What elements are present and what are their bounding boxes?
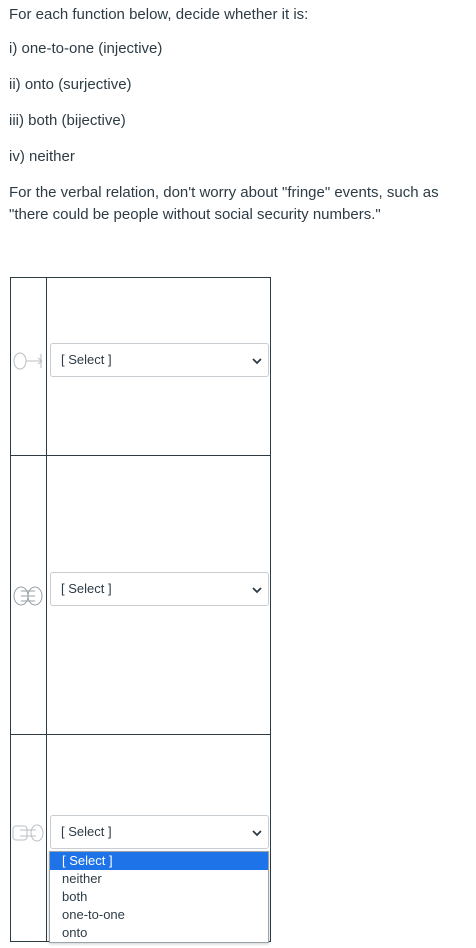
- option-bijective: iii) both (bijective): [9, 112, 126, 129]
- answer-select-1[interactable]: [ Select ]: [50, 343, 269, 377]
- function-arrow-diagram-icon: [13, 352, 43, 370]
- dropdown-option-select[interactable]: [ Select ]: [50, 852, 268, 870]
- answer-select-value: [ Select ]: [61, 824, 112, 839]
- answer-select-3[interactable]: [ Select ]: [50, 815, 269, 849]
- question-row-1: [ Select ]: [11, 278, 270, 454]
- answer-select-value: [ Select ]: [61, 581, 112, 596]
- question-row-2: [ Select ]: [11, 455, 270, 735]
- set-mapping-diagram-icon: [12, 824, 44, 842]
- option-surjective: ii) onto (surjective): [9, 76, 132, 93]
- chevron-down-icon: [252, 830, 262, 837]
- instruction-heading: For each function below, decide whether …: [9, 6, 309, 23]
- question-table: [ Select ] [ Select ] [Select]: [10, 277, 271, 942]
- answer-dropdown-list[interactable]: [ Select ] neither both one-to-one onto: [49, 851, 269, 943]
- two-ovals-mapping-diagram-icon: [13, 586, 43, 606]
- option-injective: i) one-to-one (injective): [9, 40, 163, 57]
- answer-select-value: [ Select ]: [61, 352, 112, 367]
- instruction-note: For the verbal relation, don't worry abo…: [9, 184, 439, 223]
- chevron-down-icon: [252, 587, 262, 594]
- answer-select-2[interactable]: [ Select ]: [50, 572, 269, 606]
- dropdown-option-both[interactable]: both: [50, 888, 268, 906]
- option-neither: iv) neither: [9, 148, 75, 165]
- dropdown-option-neither[interactable]: neither: [50, 870, 268, 888]
- dropdown-option-onto[interactable]: onto: [50, 924, 268, 942]
- chevron-down-icon: [252, 358, 262, 365]
- dropdown-option-one-to-one[interactable]: one-to-one: [50, 906, 268, 924]
